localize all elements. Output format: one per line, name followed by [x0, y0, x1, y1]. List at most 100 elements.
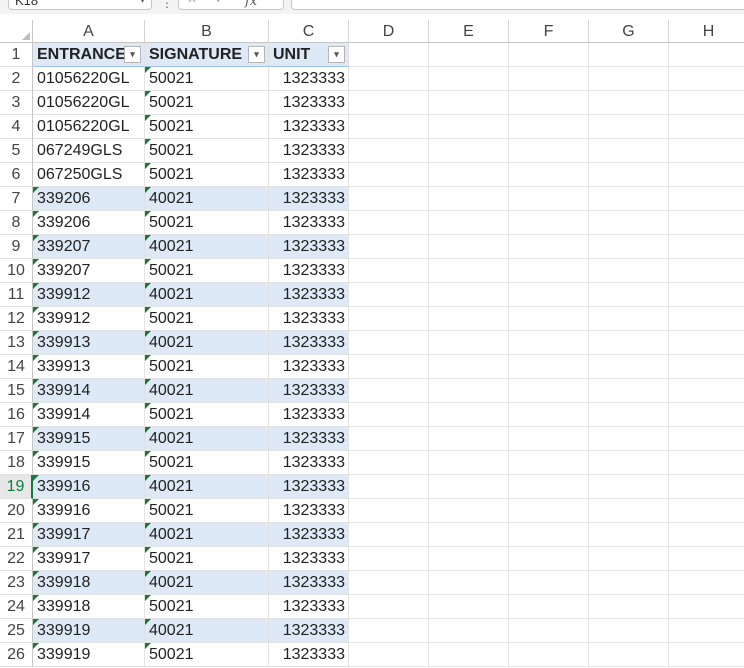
empty-cell[interactable] [669, 163, 744, 187]
empty-cell[interactable] [509, 643, 589, 667]
empty-cell[interactable] [429, 571, 509, 595]
empty-cell[interactable] [349, 355, 429, 379]
empty-cell[interactable] [509, 451, 589, 475]
cell-signature[interactable]: 50021 [145, 91, 269, 115]
cell-signature[interactable]: 50021 [145, 547, 269, 571]
empty-cell[interactable] [509, 619, 589, 643]
column-header-g[interactable]: G [589, 20, 669, 43]
empty-cell[interactable] [429, 91, 509, 115]
empty-cell[interactable] [509, 283, 589, 307]
cell-entrance[interactable]: 339917 [33, 547, 145, 571]
empty-cell[interactable] [589, 523, 669, 547]
cell-entrance[interactable]: 067250GLS [33, 163, 145, 187]
empty-cell[interactable] [589, 427, 669, 451]
empty-cell[interactable] [349, 403, 429, 427]
empty-cell[interactable] [669, 307, 744, 331]
empty-cell[interactable] [589, 187, 669, 211]
confirm-icon[interactable]: ✓ [215, 0, 225, 6]
cell-signature[interactable]: 40021 [145, 427, 269, 451]
table-header-signature[interactable]: SIGNATURE ▾ [145, 43, 269, 67]
function-icon[interactable]: fx [245, 0, 257, 9]
empty-cell[interactable] [589, 475, 669, 499]
chevron-down-icon[interactable]: ▾ [140, 0, 145, 9]
empty-cell[interactable] [669, 475, 744, 499]
formula-input[interactable] [291, 0, 744, 10]
empty-cell[interactable] [429, 331, 509, 355]
row-header-10[interactable]: 10 [0, 259, 33, 283]
empty-cell[interactable] [669, 427, 744, 451]
cell-unit[interactable]: 1323333 [269, 403, 349, 427]
name-box[interactable]: K18 ▾ [8, 0, 152, 10]
cell-unit[interactable]: 1323333 [269, 67, 349, 91]
table-header-unit[interactable]: UNIT ▾ [269, 43, 349, 67]
empty-cell[interactable] [589, 163, 669, 187]
column-header-b[interactable]: B [145, 20, 269, 43]
empty-cell[interactable] [429, 67, 509, 91]
empty-cell[interactable] [509, 355, 589, 379]
cell-signature[interactable]: 50021 [145, 307, 269, 331]
filter-dropdown-icon[interactable]: ▾ [248, 46, 265, 63]
empty-cell[interactable] [509, 67, 589, 91]
empty-cell[interactable] [669, 643, 744, 667]
empty-cell[interactable] [589, 379, 669, 403]
cell-entrance[interactable]: 339919 [33, 619, 145, 643]
empty-cell[interactable] [589, 331, 669, 355]
empty-cell[interactable] [429, 619, 509, 643]
empty-cell[interactable] [349, 571, 429, 595]
cell-signature[interactable]: 50021 [145, 67, 269, 91]
empty-cell[interactable] [509, 307, 589, 331]
cell-entrance[interactable]: 339913 [33, 355, 145, 379]
empty-cell[interactable] [669, 451, 744, 475]
cell-entrance[interactable]: 01056220GL [33, 67, 145, 91]
empty-cell[interactable] [509, 403, 589, 427]
cell-unit[interactable]: 1323333 [269, 259, 349, 283]
column-header-a[interactable]: A [33, 20, 145, 43]
cell-entrance[interactable]: 067249GLS [33, 139, 145, 163]
empty-cell[interactable] [509, 235, 589, 259]
empty-cell[interactable] [589, 259, 669, 283]
cell-unit[interactable]: 1323333 [269, 643, 349, 667]
row-header-11[interactable]: 11 [0, 283, 33, 307]
cell-signature[interactable]: 50021 [145, 115, 269, 139]
empty-cell[interactable] [349, 379, 429, 403]
cell-unit[interactable]: 1323333 [269, 451, 349, 475]
empty-cell[interactable] [509, 259, 589, 283]
empty-cell[interactable] [349, 43, 429, 67]
cell-entrance[interactable]: 339916 [33, 499, 145, 523]
row-header-21[interactable]: 21 [0, 523, 33, 547]
cell-signature[interactable]: 40021 [145, 571, 269, 595]
column-header-e[interactable]: E [429, 20, 509, 43]
cell-unit[interactable]: 1323333 [269, 571, 349, 595]
empty-cell[interactable] [509, 211, 589, 235]
empty-cell[interactable] [429, 115, 509, 139]
row-header-17[interactable]: 17 [0, 427, 33, 451]
cell-signature[interactable]: 40021 [145, 619, 269, 643]
cell-signature[interactable]: 50021 [145, 163, 269, 187]
cell-entrance[interactable]: 339915 [33, 451, 145, 475]
empty-cell[interactable] [589, 43, 669, 67]
cell-entrance[interactable]: 339912 [33, 283, 145, 307]
column-header-d[interactable]: D [349, 20, 429, 43]
cell-unit[interactable]: 1323333 [269, 163, 349, 187]
row-header-8[interactable]: 8 [0, 211, 33, 235]
cell-entrance[interactable]: 339919 [33, 643, 145, 667]
select-all-icon[interactable] [0, 20, 33, 43]
empty-cell[interactable] [349, 619, 429, 643]
empty-cell[interactable] [429, 187, 509, 211]
empty-cell[interactable] [429, 163, 509, 187]
empty-cell[interactable] [429, 211, 509, 235]
cell-signature[interactable]: 50021 [145, 211, 269, 235]
empty-cell[interactable] [429, 403, 509, 427]
empty-cell[interactable] [349, 547, 429, 571]
cell-signature[interactable]: 50021 [145, 355, 269, 379]
empty-cell[interactable] [669, 595, 744, 619]
cell-unit[interactable]: 1323333 [269, 499, 349, 523]
cell-unit[interactable]: 1323333 [269, 355, 349, 379]
empty-cell[interactable] [589, 451, 669, 475]
row-header-24[interactable]: 24 [0, 595, 33, 619]
empty-cell[interactable] [509, 523, 589, 547]
empty-cell[interactable] [669, 571, 744, 595]
empty-cell[interactable] [669, 355, 744, 379]
cell-signature[interactable]: 50021 [145, 403, 269, 427]
empty-cell[interactable] [669, 115, 744, 139]
